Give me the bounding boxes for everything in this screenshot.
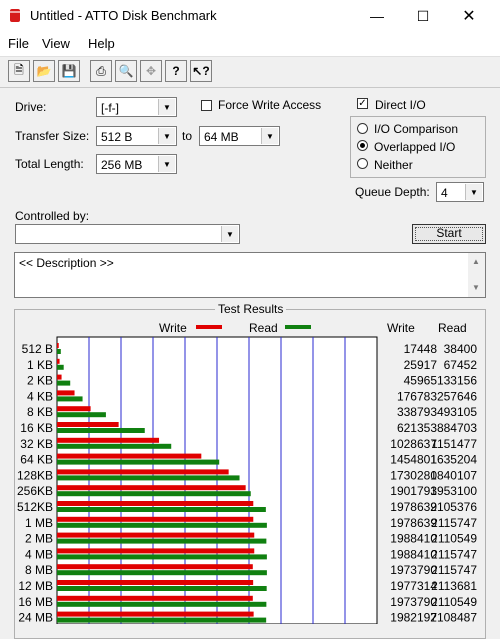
legend-read-label: Read (249, 321, 278, 335)
chevron-down-icon: ▼ (158, 128, 175, 144)
close-button[interactable]: ✕ (446, 0, 492, 32)
force-write-access-checkbox[interactable] (201, 100, 212, 111)
overlapped-io-radio[interactable] (357, 140, 368, 151)
chevron-down-icon: ▼ (221, 226, 238, 242)
queue-depth-label: Queue Depth: (355, 185, 430, 199)
drive-value: [-f-] (101, 101, 119, 115)
neither-label: Neither (374, 158, 413, 172)
toolbar: 🗎 📂 💾 ⎙ 🔍 ✥ ? ↖? (0, 57, 500, 88)
menu-file[interactable]: File (8, 36, 29, 51)
queue-depth-select[interactable]: 4 ▼ (436, 182, 484, 202)
chevron-down-icon: ▼ (158, 99, 175, 115)
neither-radio[interactable] (357, 158, 368, 169)
test-results-group (14, 309, 486, 639)
test-results-title: Test Results (215, 302, 287, 316)
description-scrollbar[interactable]: ▲ ▼ (468, 253, 485, 297)
transfer-size-from-select[interactable]: 512 B ▼ (96, 126, 177, 146)
title-bar: Untitled - ATTO Disk Benchmark — ☐ ✕ (0, 0, 500, 32)
column-write-header: Write (387, 321, 415, 335)
minimize-button[interactable]: — (354, 0, 400, 32)
chevron-down-icon: ▼ (158, 156, 175, 172)
total-length-label: Total Length: (15, 157, 84, 171)
transfer-size-to-label: to (182, 129, 193, 143)
open-folder-icon[interactable]: 📂 (33, 60, 55, 82)
io-comparison-radio[interactable] (357, 123, 368, 134)
help-icon[interactable]: ? (165, 60, 187, 82)
controlled-by-select[interactable]: ▼ (15, 224, 240, 244)
transfer-size-to-value: 64 MB (204, 130, 239, 144)
scroll-down-icon[interactable]: ▼ (472, 283, 480, 292)
transfer-size-to-select[interactable]: 64 MB ▼ (199, 126, 280, 146)
overlapped-io-label: Overlapped I/O (374, 140, 456, 154)
total-length-select[interactable]: 256 MB ▼ (96, 154, 177, 174)
total-length-value: 256 MB (101, 158, 143, 172)
description-textarea[interactable]: << Description >> ▲ ▼ (14, 252, 486, 298)
move-icon[interactable]: ✥ (140, 60, 162, 82)
column-read-header: Read (438, 321, 467, 335)
window-title: Untitled - ATTO Disk Benchmark (30, 8, 217, 23)
transfer-size-from-value: 512 B (101, 130, 133, 144)
io-comparison-label: I/O Comparison (374, 122, 459, 136)
maximize-button[interactable]: ☐ (400, 0, 446, 32)
description-text: << Description >> (19, 256, 114, 270)
chevron-down-icon: ▼ (261, 128, 278, 144)
legend-write-swatch (196, 325, 222, 329)
legend-write-label: Write (159, 321, 187, 335)
app-icon (10, 9, 20, 22)
start-button[interactable]: Start (412, 224, 486, 244)
scroll-up-icon[interactable]: ▲ (472, 257, 480, 266)
queue-depth-value: 4 (441, 186, 448, 200)
menu-view[interactable]: View (42, 36, 70, 51)
transfer-size-label: Transfer Size: (15, 129, 90, 143)
save-icon[interactable]: 💾 (58, 60, 80, 82)
print-preview-icon[interactable]: 🔍 (115, 60, 137, 82)
new-file-icon[interactable]: 🗎 (8, 60, 30, 82)
drive-label: Drive: (15, 100, 47, 114)
direct-io-label: Direct I/O (375, 98, 426, 112)
menu-bar: File View Help (0, 32, 500, 57)
drive-select[interactable]: [-f-] ▼ (96, 97, 177, 117)
context-help-icon[interactable]: ↖? (190, 60, 212, 82)
menu-help[interactable]: Help (88, 36, 115, 51)
legend-read-swatch (285, 325, 311, 329)
force-write-access-label: Force Write Access (218, 98, 322, 112)
chevron-down-icon: ▼ (465, 184, 482, 200)
direct-io-checkbox[interactable]: ✓ (357, 98, 368, 109)
print-icon[interactable]: ⎙ (90, 60, 112, 82)
controlled-by-label: Controlled by: (15, 209, 90, 223)
